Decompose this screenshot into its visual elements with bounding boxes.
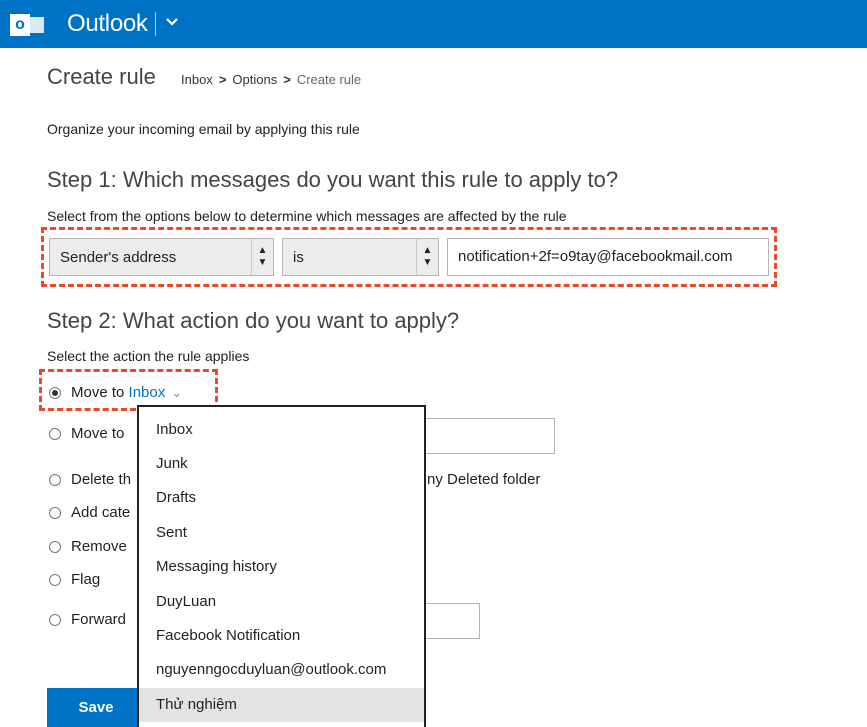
breadcrumb-inbox[interactable]: Inbox bbox=[181, 72, 213, 87]
folder-option[interactable]: Inbox bbox=[139, 413, 424, 447]
folder-option[interactable]: Drafts bbox=[139, 481, 424, 515]
step1-heading: Step 1: Which messages do you want this … bbox=[47, 167, 619, 192]
step2-heading: Step 2: What action do you want to apply… bbox=[47, 308, 460, 333]
breadcrumb-separator: > bbox=[283, 72, 291, 87]
breadcrumb-options[interactable]: Options bbox=[232, 72, 277, 87]
folder-option[interactable]: Sent bbox=[139, 516, 424, 550]
breadcrumb: Inbox > Options > Create rule bbox=[181, 72, 361, 87]
condition-operator-select[interactable]: is ▲ ▼ bbox=[282, 238, 439, 276]
folder-dropdown[interactable]: Inbox Junk Drafts Sent Messaging history… bbox=[137, 405, 426, 727]
app-switcher-chevron-icon[interactable] bbox=[165, 10, 179, 39]
chevron-down-icon[interactable]: ⌄ bbox=[171, 385, 182, 400]
step1-help: Select from the options below to determi… bbox=[47, 208, 567, 224]
action-flag[interactable]: Flag bbox=[49, 571, 100, 591]
action-label: Remove bbox=[71, 538, 127, 555]
action-move-to[interactable]: Move to bbox=[49, 425, 124, 445]
folder-option[interactable]: DuyLuan bbox=[139, 585, 424, 619]
condition-value-input[interactable]: notification+2f=o9tay@facebookmail.com bbox=[447, 238, 769, 276]
intro-text: Organize your incoming email by applying… bbox=[47, 121, 360, 137]
radio-icon[interactable] bbox=[49, 574, 61, 587]
condition-field-select[interactable]: Sender's address ▲ ▼ bbox=[49, 238, 274, 276]
folder-option[interactable]: Facebook Notification bbox=[139, 619, 424, 653]
folder-link[interactable]: Inbox bbox=[129, 384, 166, 401]
envelope-icon bbox=[29, 17, 44, 33]
action-add-category[interactable]: Add cate bbox=[49, 504, 130, 524]
page-title: Create rule bbox=[47, 64, 156, 89]
radio-icon[interactable] bbox=[49, 507, 61, 520]
folder-option-highlighted[interactable]: Thử nghiệm bbox=[139, 688, 424, 722]
action-label: Delete th bbox=[71, 471, 132, 488]
action-label: Move to bbox=[71, 384, 125, 401]
radio-checked-icon[interactable] bbox=[49, 387, 61, 400]
folder-option[interactable]: Junk bbox=[139, 447, 424, 481]
breadcrumb-separator: > bbox=[218, 72, 227, 87]
radio-icon[interactable] bbox=[49, 614, 61, 627]
logo-letter: o bbox=[10, 14, 30, 36]
action-move-to-inbox[interactable]: Move to Inbox ⌄ bbox=[49, 384, 182, 404]
action-label: Forward bbox=[71, 611, 127, 628]
radio-icon[interactable] bbox=[49, 428, 61, 441]
action-label: Flag bbox=[71, 571, 101, 588]
top-bar: o Outlook bbox=[0, 0, 867, 48]
action-remove[interactable]: Remove bbox=[49, 538, 127, 558]
step2-help: Select the action the rule applies bbox=[47, 348, 250, 364]
folder-option[interactable]: Messaging history bbox=[139, 550, 424, 584]
select-arrows-icon: ▲ ▼ bbox=[416, 239, 438, 275]
outlook-logo-icon[interactable]: o bbox=[10, 12, 44, 38]
app-title[interactable]: Outlook bbox=[67, 10, 148, 38]
condition-operator-value: is bbox=[293, 249, 304, 266]
save-button[interactable]: Save bbox=[47, 688, 145, 727]
action-label: Add cate bbox=[71, 504, 131, 521]
action-label: Move to bbox=[71, 425, 125, 442]
radio-icon[interactable] bbox=[49, 474, 61, 487]
title-divider bbox=[155, 12, 156, 36]
action-forward[interactable]: Forward bbox=[49, 611, 126, 631]
breadcrumb-current: Create rule bbox=[296, 72, 362, 87]
radio-icon[interactable] bbox=[49, 541, 61, 554]
delete-suffix-text: ny Deleted folder bbox=[427, 471, 541, 488]
select-arrows-icon: ▲ ▼ bbox=[251, 239, 273, 275]
condition-field-value: Sender's address bbox=[60, 249, 177, 266]
folder-option[interactable]: nguyenngocduyluan@outlook.com bbox=[139, 653, 424, 687]
action-delete[interactable]: Delete th bbox=[49, 471, 131, 491]
